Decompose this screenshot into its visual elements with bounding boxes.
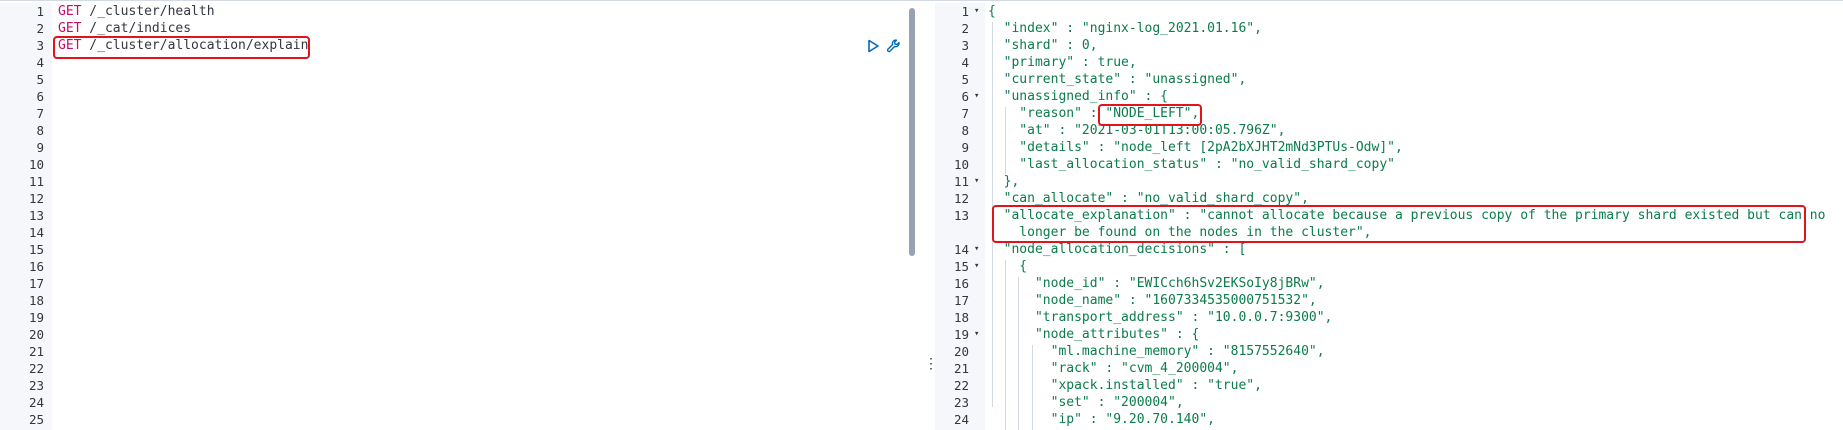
request-line-number: 8	[36, 123, 44, 138]
indent-guide	[1032, 345, 1033, 430]
request-line-number: 5	[36, 72, 44, 87]
request-line-number: 10	[28, 157, 44, 172]
response-json-line: "primary" : true,	[988, 55, 1137, 70]
response-json-line: "node_allocation_decisions" : [	[988, 242, 1247, 257]
request-path: /_cat/indices	[81, 21, 192, 36]
response-line-number: 10	[953, 157, 969, 172]
response-json-line: "node_attributes" : {	[988, 327, 1200, 342]
request-line-number: 14	[28, 225, 44, 240]
indent-guide	[1005, 260, 1006, 430]
response-json-line: "details" : "node_left [2pA2bXJHT2mNd3PT…	[988, 140, 1403, 155]
response-line-number: 20	[953, 344, 969, 359]
response-line-number: 15	[953, 259, 969, 274]
response-line-number: 21	[953, 361, 969, 376]
request-line-number: 20	[28, 327, 44, 342]
request-scrollbar[interactable]	[909, 8, 915, 256]
response-json-line: "rack" : "cvm_4_200004",	[988, 361, 1239, 376]
http-method: GET	[58, 21, 82, 36]
request-line[interactable]: GET /_cluster/health	[58, 3, 215, 20]
request-line-number: 2	[36, 21, 44, 36]
fold-toggle-icon[interactable]: ▾	[974, 88, 984, 105]
request-line-number: 18	[28, 293, 44, 308]
indent-guide	[1018, 277, 1019, 430]
response-line-number: 4	[961, 55, 969, 70]
response-line-number: 3	[961, 38, 969, 53]
response-line-number: 6	[961, 89, 969, 104]
request-line-number: 17	[28, 276, 44, 291]
play-icon[interactable]	[866, 39, 880, 53]
response-json-line: "shard" : 0,	[988, 38, 1098, 53]
response-line-number: 17	[953, 293, 969, 308]
fold-toggle-icon[interactable]: ▾	[974, 241, 984, 258]
request-line-number: 11	[28, 174, 44, 189]
response-line-number: 7	[961, 106, 969, 121]
response-json-line: {	[988, 259, 1028, 274]
request-line-number: 13	[28, 208, 44, 223]
request-line-number: 22	[28, 361, 44, 376]
response-line-number: 19	[953, 327, 969, 342]
request-line-number: 3	[36, 38, 44, 53]
response-json-line: "ip" : "9.20.70.140",	[988, 412, 1215, 427]
highlight-allocate-explanation	[992, 205, 1806, 243]
response-json-line: "xpack.installed" : "true",	[988, 378, 1262, 393]
request-line-number: 12	[28, 191, 44, 206]
response-line-number	[935, 224, 969, 241]
request-line-number: 4	[36, 55, 44, 70]
response-json-line: "index" : "nginx-log_2021.01.16",	[988, 21, 1262, 36]
request-line-number: 19	[28, 310, 44, 325]
request-line-number: 1	[36, 4, 44, 19]
fold-toggle-icon[interactable]: ▾	[974, 258, 984, 275]
indent-guide	[1005, 107, 1006, 174]
request-line-number: 6	[36, 89, 44, 104]
response-json-line: "last_allocation_status" : "no_valid_sha…	[988, 157, 1395, 172]
request-line-number: 23	[28, 378, 44, 393]
response-line-number: 24	[953, 412, 969, 427]
request-line-number: 25	[28, 412, 44, 427]
request-line-number: 15	[28, 242, 44, 257]
response-line-number: 18	[953, 310, 969, 325]
request-editor[interactable]	[0, 3, 920, 430]
highlight-request-explain	[53, 36, 310, 59]
request-actions	[866, 36, 902, 56]
wrench-icon[interactable]	[886, 38, 902, 54]
response-json-line: "current_state" : "unassigned",	[988, 72, 1247, 87]
top-border	[0, 0, 1843, 1]
request-line-number: 24	[28, 395, 44, 410]
request-line[interactable]: GET /_cat/indices	[58, 20, 191, 37]
response-line-number: 16	[953, 276, 969, 291]
response-line-number: 11	[953, 174, 969, 189]
response-line-number: 1	[961, 4, 969, 19]
response-line-number: 12	[953, 191, 969, 206]
response-line-number: 9	[961, 140, 969, 155]
highlight-reason	[1098, 104, 1202, 126]
response-line-number: 2	[961, 21, 969, 36]
request-line-number: 16	[28, 259, 44, 274]
response-json-line: "node_id" : "EWICch6hSv2EKSoIy8jBRw",	[988, 276, 1325, 291]
request-line-number: 7	[36, 106, 44, 121]
response-json-line: "ml.machine_memory" : "8157552640",	[988, 344, 1325, 359]
request-path: /_cluster/health	[81, 4, 215, 19]
response-line-number: 22	[953, 378, 969, 393]
response-line-number: 13	[953, 208, 969, 223]
request-line-number: 9	[36, 140, 44, 155]
http-method: GET	[58, 4, 82, 19]
fold-toggle-icon[interactable]: ▾	[974, 3, 984, 20]
response-json-line: "transport_address" : "10.0.0.7:9300",	[988, 310, 1333, 325]
response-line-number: 8	[961, 123, 969, 138]
response-json-line: "node_name" : "1607334535000751532",	[988, 293, 1317, 308]
response-line-number: 5	[961, 72, 969, 87]
request-line-number: 21	[28, 344, 44, 359]
response-json-line: "unassigned_info" : {	[988, 89, 1169, 104]
fold-toggle-icon[interactable]: ▾	[974, 326, 984, 343]
fold-toggle-icon[interactable]: ▾	[974, 173, 984, 190]
response-json-line: {	[988, 4, 996, 19]
response-line-number: 23	[953, 395, 969, 410]
response-line-number: 14	[953, 242, 969, 257]
